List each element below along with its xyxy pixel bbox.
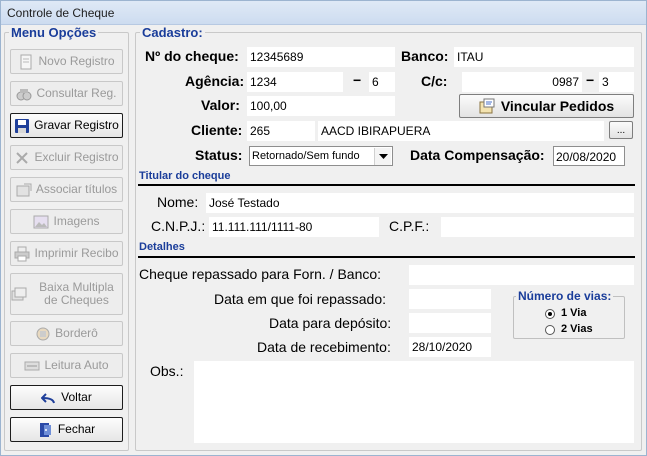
value-label: Valor:: [201, 97, 240, 113]
images-button: Imagens: [10, 209, 123, 234]
deposit-date-label: Data para depósito:: [269, 315, 392, 331]
chevron-down-icon[interactable]: [374, 148, 391, 165]
delete-record-button: Excluir Registro: [10, 145, 123, 170]
back-label: Voltar: [61, 390, 92, 404]
receipt-date-field[interactable]: 28/10/2020: [409, 337, 491, 357]
holder-name-label: Nome:: [157, 194, 199, 210]
undo-arrow-icon: [40, 390, 57, 406]
delete-record-label: Excluir Registro: [34, 150, 119, 164]
window-title: Controle de Cheque: [7, 6, 115, 20]
clearing-date-field[interactable]: 20/08/2020: [553, 146, 625, 166]
holder-name-field[interactable]: José Testado: [206, 193, 634, 213]
one-copy-radio[interactable]: [545, 309, 555, 319]
check-number-label: Nº do cheque:: [145, 48, 239, 64]
cnpj-field[interactable]: 11.111.111/1111-80: [209, 217, 379, 237]
two-copies-radio[interactable]: [545, 325, 555, 335]
two-copies-label: 2 Vias: [561, 323, 593, 335]
batch-icon: [11, 286, 27, 302]
forwarded-date-field[interactable]: [409, 289, 491, 309]
floppy-disk-icon: [14, 118, 30, 134]
client-label: Cliente:: [191, 122, 243, 138]
agency-field[interactable]: 1234: [247, 72, 343, 92]
associate-icon: [16, 182, 32, 198]
associate-titles-label: Associar títulos: [35, 182, 118, 196]
bordero-button: Borderô: [10, 321, 123, 346]
bordero-label: Borderô: [55, 326, 98, 340]
new-record-label: Novo Registro: [38, 54, 115, 68]
title-bar[interactable]: Controle de Cheque: [1, 1, 646, 25]
details-section-divider: [138, 256, 635, 258]
deposit-date-field[interactable]: [409, 313, 491, 333]
forwarded-to-label: Cheque repassado para Forn. / Banco:: [139, 266, 382, 282]
copies-legend: Número de vias:: [518, 289, 612, 303]
account-digit-field[interactable]: 3: [599, 72, 634, 92]
save-record-label: Gravar Registro: [34, 118, 119, 132]
one-copy-label: 1 Via: [561, 307, 587, 319]
back-button[interactable]: Voltar: [10, 385, 123, 410]
query-record-label: Consultar Reg.: [36, 86, 117, 100]
account-field[interactable]: 0987: [462, 72, 582, 92]
cnpj-label: C.N.P.J.:: [151, 218, 206, 234]
auto-read-button: Leitura Auto: [10, 353, 123, 378]
agency-label: Agência:: [185, 73, 245, 89]
agency-digit-field[interactable]: 6: [369, 72, 395, 92]
new-document-icon: [18, 54, 34, 70]
bordero-icon: [35, 326, 51, 342]
printer-icon: [14, 246, 30, 262]
status-label: Status:: [195, 147, 243, 163]
app-window: Controle de Cheque Menu Opções Novo Regi…: [0, 0, 647, 456]
print-receipt-button: Imprimir Recibo: [10, 241, 123, 266]
auto-read-label: Leitura Auto: [44, 358, 109, 372]
images-label: Imagens: [53, 214, 100, 228]
notes-label: Obs.:: [150, 363, 184, 379]
value-field[interactable]: 100,00: [247, 96, 395, 116]
link-orders-button[interactable]: Vincular Pedidos: [459, 94, 634, 118]
status-selected-value: Retornado/Sem fundo: [252, 150, 360, 162]
save-record-button[interactable]: Gravar Registro: [10, 113, 123, 138]
bank-field[interactable]: ITAU: [454, 47, 634, 67]
notes-field[interactable]: [194, 361, 634, 443]
holder-section-title: Titular do cheque: [139, 170, 231, 182]
account-label: C/c:: [421, 73, 448, 89]
forwarded-to-field[interactable]: [409, 265, 634, 285]
check-number-field[interactable]: 12345689: [247, 47, 395, 67]
cpf-label: C.P.F.:: [389, 218, 430, 234]
holder-section-divider: [138, 184, 635, 186]
close-label: Fechar: [57, 422, 96, 436]
print-receipt-label: Imprimir Recibo: [34, 246, 119, 260]
link-orders-icon: [479, 98, 495, 114]
cpf-field[interactable]: [441, 217, 634, 237]
details-section-title: Detalhes: [139, 241, 185, 253]
client-code-field[interactable]: 265: [247, 121, 315, 141]
account-dash: −: [586, 72, 595, 88]
status-select[interactable]: Retornado/Sem fundo: [249, 146, 393, 166]
x-delete-icon: [14, 150, 30, 166]
bank-label: Banco:: [401, 48, 449, 64]
new-record-button: Novo Registro: [10, 49, 123, 74]
exit-door-icon: [38, 422, 54, 438]
cadastro-legend: Cadastro:: [142, 25, 203, 40]
close-button[interactable]: Fechar: [10, 417, 123, 442]
batch-checks-label: Baixa Multipla de Cheques: [39, 280, 114, 307]
menu-options-legend: Menu Opções: [11, 25, 97, 40]
link-orders-label: Vincular Pedidos: [500, 98, 615, 114]
forwarded-date-label: Data em que foi repassado:: [214, 291, 386, 307]
receipt-date-label: Data de recebimento:: [257, 339, 391, 355]
agency-dash: −: [353, 72, 362, 88]
clearing-date-label: Data Compensação:: [410, 147, 545, 163]
associate-titles-button: Associar títulos: [10, 177, 123, 202]
binoculars-icon: [16, 86, 32, 102]
client-lookup-button[interactable]: ...: [609, 121, 633, 139]
query-record-button: Consultar Reg.: [10, 81, 123, 106]
scanner-icon: [24, 358, 40, 374]
batch-checks-button: Baixa Multipla de Cheques: [10, 273, 123, 315]
image-icon: [33, 214, 49, 230]
client-name-field[interactable]: AACD IBIRAPUERA: [318, 121, 604, 141]
